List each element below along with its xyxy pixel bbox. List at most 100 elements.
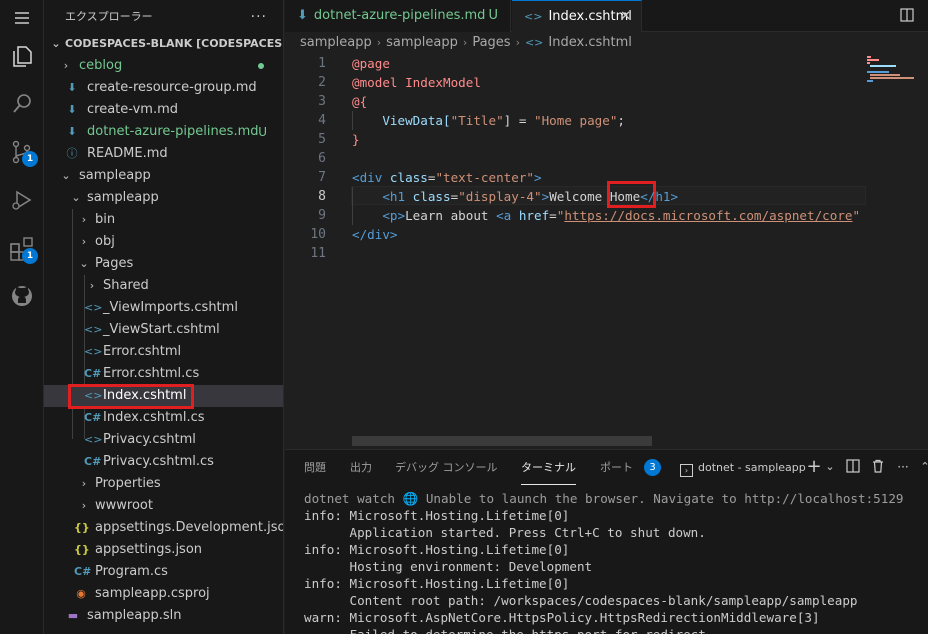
breadcrumb-item[interactable]: Pages — [472, 35, 510, 50]
tree-item-create-resource-group[interactable]: ⬇ create-resource-group.md — [44, 77, 283, 99]
tree-item-dotnet-azure-pipelines[interactable]: ⬇ dotnet-azure-pipelines.md U — [44, 121, 283, 143]
razor-file-icon: <> — [84, 323, 103, 336]
close-icon[interactable]: ✕ — [620, 1, 631, 33]
terminal-line: info: Microsoft.Hosting.Lifetime[0] — [304, 542, 570, 557]
workspace-root[interactable]: ⌄ CODESPACES-BLANK [CODESPACES] — [44, 33, 284, 55]
markdown-icon: ⬇ — [67, 81, 77, 94]
terminal-selector[interactable]: › dotnet - sampleapp — [680, 459, 806, 477]
untracked-status: U — [488, 8, 498, 23]
line-number: 3 — [318, 94, 326, 109]
tree-item-bin[interactable]: › bin — [44, 209, 283, 231]
chevron-right-icon: › — [81, 499, 87, 512]
tree-item-shared[interactable]: › Shared — [44, 275, 283, 297]
tree-item-program-cs[interactable]: C# Program.cs — [44, 561, 283, 583]
code-token: "text-center" — [435, 170, 535, 185]
run-debug-icon[interactable] — [8, 186, 36, 214]
github-icon[interactable] — [8, 282, 36, 310]
tab-problems[interactable]: 問題 — [304, 450, 326, 485]
razor-file-icon: <> — [84, 301, 103, 314]
maximize-panel-icon[interactable]: ⌃ — [917, 459, 928, 475]
tree-item-wwwroot[interactable]: › wwwroot — [44, 495, 283, 517]
chevron-right-icon: › — [515, 36, 520, 49]
code-line: <p>Learn about <a href= "https://docs.mic… — [352, 206, 860, 225]
tab-output[interactable]: 出力 — [350, 450, 372, 485]
untracked-status: U — [258, 125, 267, 139]
add-terminal-icon[interactable]: + — [806, 458, 822, 476]
source-control-badge: 1 — [22, 151, 38, 167]
code-editor[interactable]: 1 @page 2 @model IndexModel 3 @{4 ViewData["T… — [285, 54, 928, 448]
code-token: } — [352, 132, 360, 147]
breadcrumb-item[interactable]: sampleapp — [300, 35, 372, 50]
split-terminal-icon[interactable] — [845, 459, 861, 475]
tab-index-cshtml[interactable]: <> Index.cshtml ✕ — [512, 0, 642, 33]
code-line: @model IndexModel — [352, 73, 481, 92]
code-token: "Title" — [450, 113, 504, 128]
tree-item-csproj[interactable]: ◉ sampleapp.csproj — [44, 583, 283, 605]
tree-item-label: bin — [95, 212, 116, 227]
tree-item-sampleapp-outer[interactable]: ⌄ sampleapp — [44, 165, 283, 187]
tree-item-properties[interactable]: › Properties — [44, 473, 283, 495]
tree-item-appsettings[interactable]: {} appsettings.json — [44, 539, 283, 561]
tab-label: dotnet-azure-pipelines.md — [313, 8, 486, 23]
tree-item-ceblog[interactable]: › ceblog — [44, 55, 283, 77]
tab-debug-console[interactable]: デバッグ コンソール — [395, 450, 498, 485]
code-line: <h1 class="display-4">Welcome Home</h1> — [352, 187, 678, 206]
modified-dot — [258, 63, 264, 69]
code-token: <h1 — [352, 189, 413, 204]
tab-dotnet-azure-pipelines[interactable]: ⬇ dotnet-azure-pipelines.md U — [285, 0, 511, 32]
tree-item-sln[interactable]: ▬ sampleapp.sln — [44, 605, 283, 627]
tree-item-error-cs[interactable]: C# Error.cshtml.cs — [44, 363, 283, 385]
terminal-line: info: Microsoft.Hosting.Lifetime[0] — [304, 576, 570, 591]
tree-item-label: Error.cshtml — [103, 344, 182, 359]
tree-item-create-vm[interactable]: ⬇ create-vm.md — [44, 99, 283, 121]
line-number: 7 — [318, 170, 326, 185]
tree-item-label: ceblog — [79, 58, 123, 73]
horizontal-scrollbar[interactable] — [352, 436, 652, 446]
tab-ports[interactable]: ポート — [600, 450, 633, 485]
explorer-icon[interactable] — [8, 42, 36, 70]
tree-item-appsettings-dev[interactable]: {} appsettings.Development.json — [44, 517, 283, 539]
tree-item-label: create-resource-group.md — [87, 80, 257, 95]
ports-badge: 3 — [644, 459, 661, 476]
minimap[interactable] — [866, 54, 918, 114]
tree-item-readme[interactable]: ⓘ README.md — [44, 143, 283, 165]
terminal-line: Failed to determine the https port for r… — [304, 626, 924, 634]
tree-item-label: wwwroot — [95, 498, 153, 513]
razor-file-icon: <> — [524, 36, 544, 49]
bottom-panel: 問題 出力 デバッグ コンソール ターミナル ポート 3 › dotnet - s… — [285, 449, 928, 634]
tree-item-viewstart[interactable]: <> _ViewStart.cshtml — [44, 319, 283, 341]
code-token: class — [389, 170, 428, 185]
more-actions-icon[interactable]: ··· — [895, 459, 911, 475]
breadcrumb-item[interactable]: Index.cshtml — [548, 35, 631, 50]
trash-icon[interactable] — [870, 459, 886, 475]
solution-icon: ▬ — [67, 609, 79, 622]
tree-item-obj[interactable]: › obj — [44, 231, 283, 253]
tree-item-label: _ViewImports.cshtml — [103, 300, 238, 315]
line-number: 8 — [318, 189, 326, 204]
explorer-sidebar: エクスプローラー ··· ⌄ CODESPACES-BLANK [CODESPA… — [44, 0, 284, 634]
code-token: @{ — [352, 94, 368, 109]
tree-item-privacy-cs[interactable]: C# Privacy.cshtml.cs — [44, 451, 283, 473]
split-editor-icon[interactable] — [900, 8, 914, 22]
breadcrumb-item[interactable]: sampleapp — [386, 35, 458, 50]
workspace-root-label: CODESPACES-BLANK [CODESPACES] — [65, 37, 284, 50]
editor-tab-bar: ⬇ dotnet-azure-pipelines.md U <> Index.csh… — [285, 0, 928, 33]
tab-terminal[interactable]: ターミナル — [521, 450, 576, 485]
tree-item-index-cs[interactable]: C# Index.cshtml.cs — [44, 407, 283, 429]
tree-item-privacy-cshtml[interactable]: <> Privacy.cshtml — [44, 429, 283, 451]
tree-item-pages[interactable]: ⌄ Pages — [44, 253, 283, 275]
chevron-down-icon: ⌄ — [79, 257, 89, 270]
terminal-output[interactable]: dotnet watch 🌐 Unable to launch the brow… — [304, 490, 924, 634]
tree-item-label: Privacy.cshtml.cs — [103, 454, 214, 469]
csharp-icon: C# — [84, 367, 102, 380]
code-token: ViewData[ — [352, 113, 451, 128]
tree-item-error-cshtml[interactable]: <> Error.cshtml — [44, 341, 283, 363]
tree-item-viewimports[interactable]: <> _ViewImports.cshtml — [44, 297, 283, 319]
tree-item-sampleapp-inner[interactable]: ⌄ sampleapp — [44, 187, 283, 209]
chevron-right-icon: › — [376, 36, 382, 49]
more-actions-icon[interactable]: ··· — [251, 0, 267, 34]
chevron-down-icon[interactable]: ⌄ — [822, 459, 838, 475]
menu-icon[interactable] — [8, 4, 36, 32]
search-icon[interactable] — [8, 90, 36, 118]
code-line: @{ — [352, 92, 367, 111]
